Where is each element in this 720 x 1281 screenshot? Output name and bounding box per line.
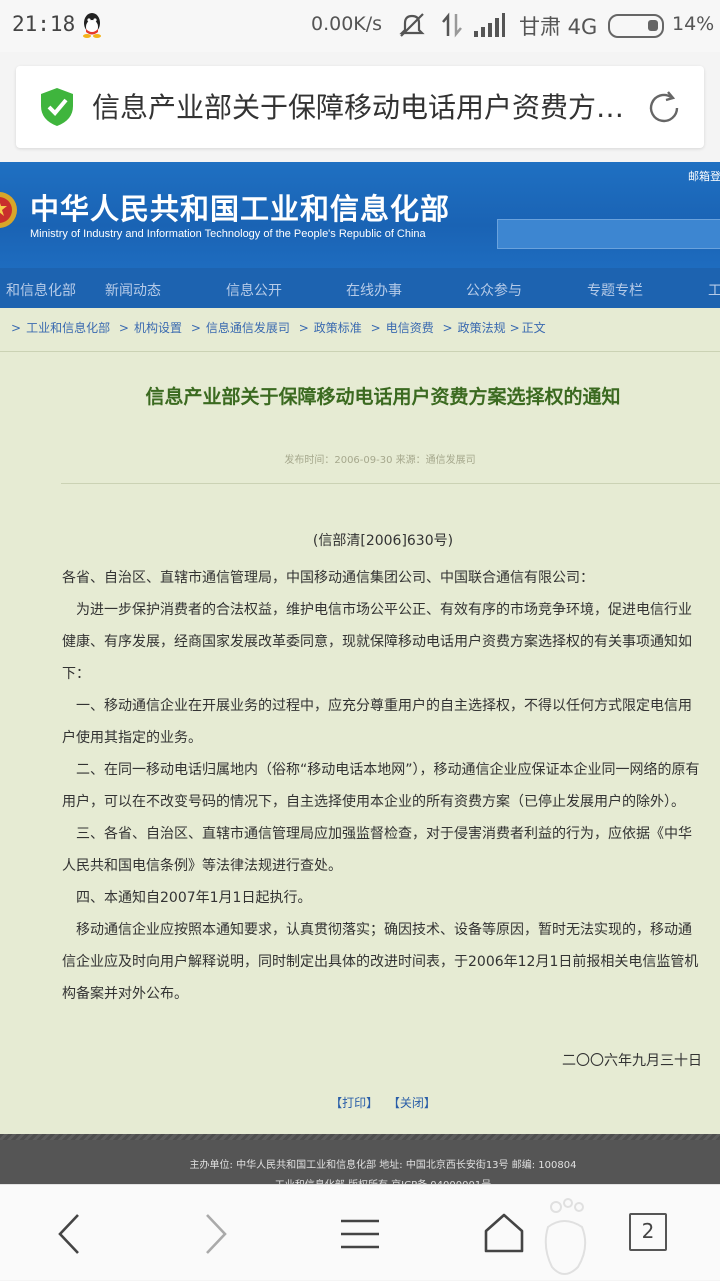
nav-item[interactable]: 和信息化部 <box>6 280 76 300</box>
qq-icon <box>83 13 101 38</box>
decorative-footprint-icon <box>544 1198 587 1275</box>
article-actions: 【打印】 【关闭】 <box>0 1094 720 1111</box>
home-icon[interactable] <box>479 1209 529 1259</box>
body-paragraph: 四、本通知自2007年1月1日起执行。 <box>76 890 312 906</box>
footer-rule <box>0 1134 720 1140</box>
breadcrumb-current: 正文 <box>521 321 546 335</box>
body-paragraph: 为进一步保护消费者的合法权益，维护电信市场公平公正、有效有序的市场竞争环境，促进… <box>62 602 692 682</box>
tabs-button[interactable]: 2 <box>629 1213 667 1251</box>
nav-item[interactable]: 工 <box>708 280 720 300</box>
mute-icon <box>399 13 425 37</box>
carrier-label: 甘肃 4G <box>519 15 598 39</box>
site-search-bar[interactable] <box>497 219 720 249</box>
clock: 21:18 <box>12 12 76 36</box>
breadcrumb: > 工业和信息化部 > 机构设置 > 信息通信发展司 > 政策标准 > 电信资费 > 政策法… <box>11 321 546 335</box>
battery-icon <box>608 14 664 38</box>
nav-item[interactable]: 专题专栏 <box>587 280 643 300</box>
article-body: 各省、自治区、直辖市通信管理局，中国移动通信集团公司、中国联合通信有限公司： 为… <box>62 562 702 1010</box>
body-paragraph: 移动通信企业应按照本通知要求，认真贯彻落实；确因技术、设备等原因，暂时无法实现的… <box>62 922 699 1002</box>
address-bar[interactable]: 信息产业部关于保障移动电话用户资费方… <box>16 66 704 148</box>
national-emblem-icon <box>0 192 17 228</box>
breadcrumb-link[interactable]: 机构设置 <box>134 321 182 335</box>
close-link[interactable]: 【关闭】 <box>388 1096 436 1110</box>
addressee-paragraph: 各省、自治区、直辖市通信管理局，中国移动通信集团公司、中国联合通信有限公司： <box>62 570 594 586</box>
footer-info: 主办单位: 中华人民共和国工业和信息化部 地址: 中国北京西长安街13号 邮编:… <box>189 1160 577 1171</box>
secure-shield-icon <box>41 88 73 126</box>
data-transfer-icon <box>442 12 462 38</box>
breadcrumb-link[interactable]: 电信资费 <box>386 321 434 335</box>
page-title: 信息产业部关于保障移动电话用户资费方… <box>92 91 625 124</box>
nav-item[interactable]: 公众参与 <box>466 280 522 300</box>
body-paragraph: 二、在同一移动电话归属地内（俗称“移动电话本地网”），移动通信企业应保证本企业同… <box>62 762 700 810</box>
battery-percent: 14% <box>672 13 715 35</box>
site-name-en: Ministry of Industry and Information Tec… <box>30 228 426 240</box>
document-number: (信部清[2006]630号) <box>312 533 454 549</box>
breadcrumb-link[interactable]: 工业和信息化部 <box>26 321 110 335</box>
signal-icon <box>474 13 505 37</box>
body-paragraph: 三、各省、自治区、直辖市通信管理局应加强监督检查，对于侵害消费者利益的行为，应依… <box>62 826 692 874</box>
site-footer: 主办单位: 中华人民共和国工业和信息化部 地址: 中国北京西长安街13号 邮编:… <box>0 1134 720 1184</box>
divider <box>61 483 720 484</box>
body-paragraph: 一、移动通信企业在开展业务的过程中，应充分尊重用户的自主选择权，不得以任何方式限… <box>62 698 692 746</box>
nav-item[interactable]: 在线办事 <box>346 280 402 300</box>
forward-icon[interactable] <box>190 1209 240 1259</box>
site-nav: 和信息化部 新闻动态 信息公开 在线办事 公众参与 专题专栏 工 <box>0 268 720 308</box>
menu-icon[interactable] <box>335 1209 385 1259</box>
article-title: 信息产业部关于保障移动电话用户资费方案选择权的通知 <box>145 386 621 408</box>
back-icon[interactable] <box>45 1209 95 1259</box>
signature-date: 二〇〇六年九月三十日 <box>562 1053 702 1069</box>
divider <box>0 351 720 352</box>
nav-item[interactable]: 信息公开 <box>226 280 282 300</box>
site-name-cn: 中华人民共和国工业和信息化部 <box>30 192 451 226</box>
print-link[interactable]: 【打印】 <box>330 1096 378 1110</box>
nav-item[interactable]: 新闻动态 <box>105 280 161 300</box>
site-header: 中华人民共和国工业和信息化部 Ministry of Industry and … <box>0 162 720 268</box>
browser-bottom-bar: 2 <box>0 1184 720 1280</box>
web-page: 中华人民共和国工业和信息化部 Ministry of Industry and … <box>0 162 720 1184</box>
article-meta: 发布时间：2006-09-30 来源：通信发展司 <box>284 455 476 466</box>
breadcrumb-link[interactable]: 信息通信发展司 <box>206 321 290 335</box>
network-speed: 0.00K/s <box>311 13 383 35</box>
breadcrumb-link[interactable]: 政策标准 <box>314 321 362 335</box>
breadcrumb-link[interactable]: 政策法规 <box>458 321 506 335</box>
footer-copyright: 工业和信息化部 版权所有 京ICP备 04000001号 <box>0 1176 720 1184</box>
mail-login-link[interactable]: 邮箱登 <box>688 168 720 184</box>
status-bar: 21:18 0.00K/s 甘肃 4G 14% <box>0 0 720 52</box>
reload-icon[interactable] <box>644 88 684 128</box>
browser-toolbar: 信息产业部关于保障移动电话用户资费方… <box>0 52 720 162</box>
